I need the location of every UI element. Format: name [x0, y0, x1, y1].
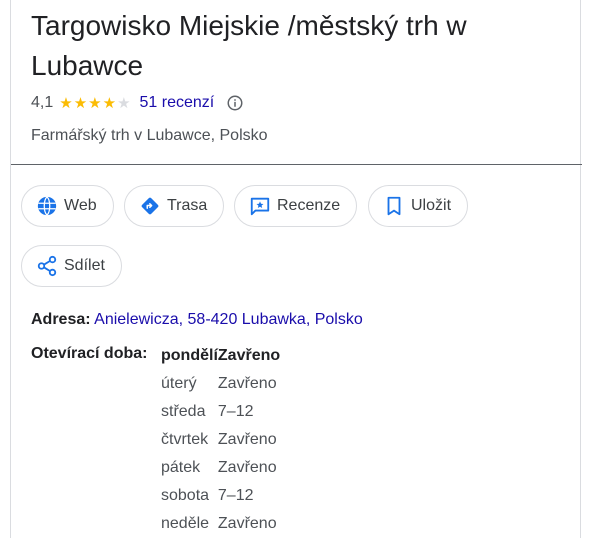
- address-link[interactable]: Anielewicza, 58-420 Lubawka, Polsko: [94, 311, 363, 328]
- star-icon: ★: [88, 94, 102, 112]
- website-button[interactable]: Web: [21, 185, 114, 227]
- hours-day: pátek: [161, 459, 201, 476]
- bookmark-icon: [387, 196, 401, 216]
- hours-day: sobota: [161, 487, 210, 504]
- hours-day: neděle: [161, 515, 210, 532]
- hours-row: neděle Zavřeno: [161, 510, 280, 538]
- rating-row: 4,1 ★ ★ ★ ★ ★ 51 recenzí: [31, 92, 244, 114]
- hours-row: pondělí Zavřeno: [161, 342, 280, 370]
- hours-label: Otevírací doba:: [31, 345, 148, 362]
- share-button[interactable]: Sdílet: [21, 245, 122, 287]
- hours-day: úterý: [161, 375, 197, 392]
- knowledge-panel: Targowisko Miejskie /městský trh w Lubaw…: [10, 0, 582, 538]
- website-label: Web: [64, 197, 97, 214]
- hours-time: 7–12: [217, 487, 254, 504]
- hours-row: pátek Zavřeno: [161, 454, 280, 482]
- hours-day: pondělí: [161, 347, 218, 364]
- save-label: Uložit: [411, 197, 452, 214]
- star-rating: ★ ★ ★ ★ ★: [59, 96, 131, 111]
- hours-day: středa: [161, 403, 206, 420]
- hours-row: úterý Zavřeno: [161, 370, 280, 398]
- hours-row: sobota 7–12: [161, 482, 280, 510]
- info-icon[interactable]: [226, 94, 244, 112]
- reviews-link[interactable]: 51 recenzí: [140, 94, 215, 112]
- star-icon: ★: [73, 94, 88, 112]
- share-label: Sdílet: [64, 257, 105, 274]
- hours-time: Zavřeno: [217, 347, 281, 364]
- hours-day: čtvrtek: [161, 431, 209, 448]
- divider: [11, 164, 582, 165]
- globe-icon: [37, 196, 57, 216]
- reviews-label: Recenze: [277, 197, 341, 214]
- address-row: Adresa: Anielewicza, 58-420 Lubawka, Pol…: [31, 311, 363, 329]
- hours-table: pondělí Zavřeno úterý Zavřeno středa 7–1…: [161, 342, 280, 538]
- share-icon: [37, 255, 57, 277]
- review-icon: [250, 197, 270, 216]
- hours-time: 7–12: [217, 403, 254, 420]
- star-icon: ★: [59, 94, 73, 112]
- hours-row: středa 7–12: [161, 398, 280, 426]
- save-button[interactable]: Uložit: [368, 185, 469, 227]
- hours-time: Zavřeno: [217, 375, 277, 392]
- hours-row: čtvrtek Zavřeno: [161, 426, 280, 454]
- place-title: Targowisko Miejskie /městský trh w Lubaw…: [31, 10, 467, 81]
- place-category: Farmářský trh v Lubawce, Polsko: [31, 127, 268, 144]
- reviews-button[interactable]: Recenze: [234, 185, 358, 227]
- star-icon: ★: [102, 94, 117, 112]
- hours-time: Zavřeno: [217, 431, 277, 448]
- star-icon: ★: [117, 94, 131, 112]
- directions-icon: [141, 197, 159, 215]
- directions-button[interactable]: Trasa: [124, 185, 225, 227]
- rating-value: 4,1: [31, 94, 54, 111]
- hours-time: Zavřeno: [217, 515, 277, 532]
- address-label: Adresa:: [31, 311, 91, 328]
- hours-time: Zavřeno: [217, 459, 277, 476]
- directions-label: Trasa: [167, 197, 208, 214]
